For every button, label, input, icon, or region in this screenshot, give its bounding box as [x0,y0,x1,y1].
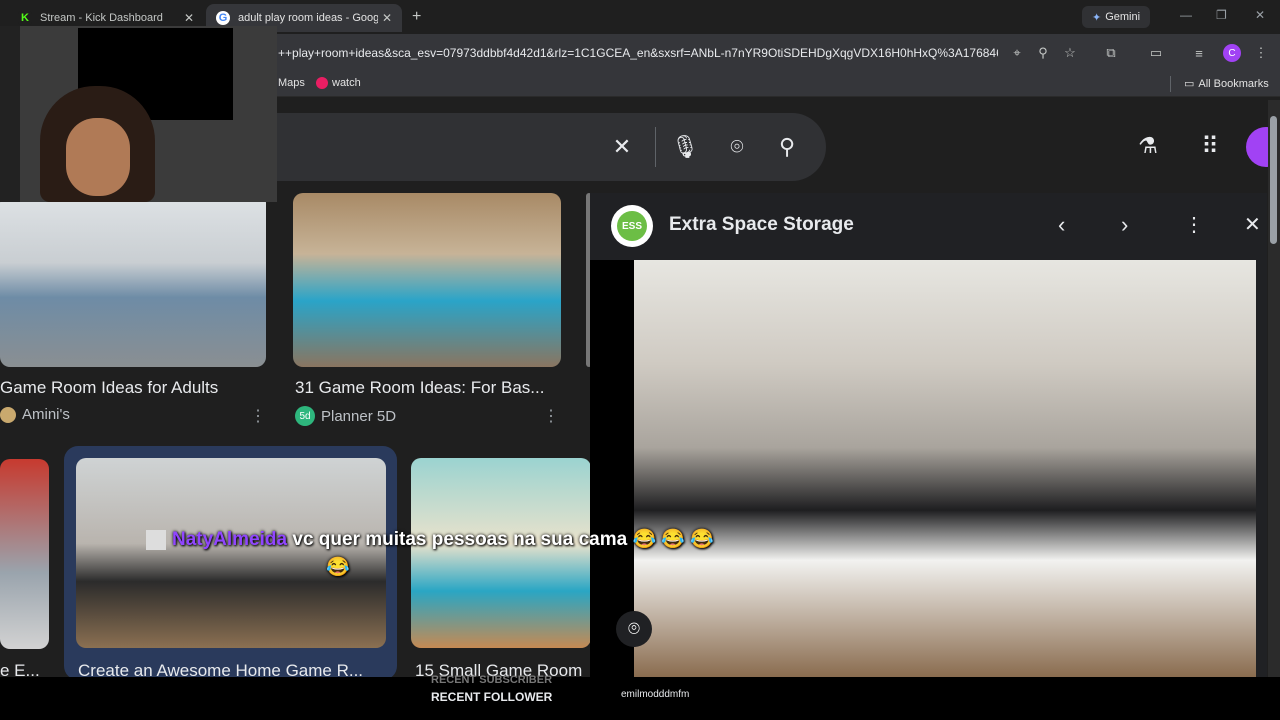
chat-message: NatyAlmeida vc quer muitas pessoas na su… [146,527,786,579]
new-tab-button[interactable]: + [412,8,421,26]
kick-icon: K [18,11,32,25]
result-image[interactable] [0,193,266,367]
recent-follower-name: emilmodddmfm [621,689,690,700]
all-bookmarks-button[interactable]: ▭ All Bookmarks [1184,77,1269,91]
bookmark-watch[interactable]: watch [316,77,361,89]
source-logo[interactable]: ESS [611,205,653,247]
folder-icon: ▭ [1184,78,1195,90]
more-options-icon[interactable]: ⋮ [1184,212,1204,237]
result-source[interactable]: Amini's [0,406,70,423]
location-icon[interactable]: ⌖ [1008,44,1026,62]
close-window-icon[interactable]: ✕ [1255,8,1265,22]
minimize-icon[interactable]: — [1180,8,1192,22]
extensions-icon[interactable]: ⧉ [1102,44,1120,62]
media-icon[interactable]: ≡ [1190,44,1208,62]
close-tab-icon[interactable]: ✕ [184,11,194,25]
source-icon: 5d [295,406,315,426]
more-options-icon[interactable]: ⋮ [543,406,559,426]
bookmark-maps[interactable]: Maps [278,77,305,89]
lens-icon[interactable]: ⌾ [723,133,751,161]
recent-subscriber-label: RECENT SUBSCRIBER [431,674,553,686]
result-title[interactable]: 31 Game Room Ideas: For Bas... [295,378,557,398]
profile-avatar[interactable]: C [1223,44,1241,62]
next-icon[interactable]: › [1121,212,1128,238]
more-options-icon[interactable]: ⋮ [250,406,266,426]
apps-grid-icon[interactable]: ⠿ [1196,132,1224,160]
lens-icon[interactable]: ⌾ [616,611,652,647]
star-icon[interactable]: ☆ [1061,44,1079,62]
result-source[interactable]: 5d Planner 5D [295,406,396,426]
divider [1170,76,1171,92]
chat-text: vc quer muitas pessoas na sua cama 😂 😂 😂 [292,529,714,550]
divider [655,127,656,167]
restore-icon[interactable]: ❐ [1216,8,1227,22]
address-bar[interactable]: ++play+room+ideas&sca_esv=07973ddbbf4d42… [278,46,998,60]
chat-emoji: 😂 [326,557,350,578]
microphone-icon[interactable]: 🎙 [671,133,699,161]
chat-badge-icon [146,529,166,550]
zoom-icon[interactable]: ⚲ [1034,44,1052,62]
result-title[interactable]: Game Room Ideas for Adults [0,378,260,398]
source-icon [0,406,16,423]
preview-image[interactable] [634,260,1256,677]
search-icon[interactable]: ⚲ [773,133,801,161]
panel-title[interactable]: Extra Space Storage [669,214,854,236]
result-image[interactable] [0,459,49,649]
chat-username: NatyAlmeida [172,529,288,550]
close-tab-icon[interactable]: ✕ [382,11,392,25]
google-icon: G [216,11,230,25]
gemini-button[interactable]: ✦ Gemini [1082,6,1150,28]
recent-follower-label: RECENT FOLLOWER [431,690,553,704]
cast-icon[interactable]: ▭ [1147,44,1165,62]
result-image[interactable] [293,193,561,367]
gemini-icon: ✦ [1091,11,1102,24]
close-icon[interactable]: ✕ [1244,212,1261,237]
scrollbar-thumb[interactable] [1270,116,1277,244]
youtube-icon [316,77,328,89]
previous-icon[interactable]: ‹ [1058,212,1065,238]
clear-icon[interactable]: ✕ [608,133,636,161]
labs-icon[interactable]: ⚗ [1134,132,1162,160]
menu-icon[interactable]: ⋮ [1252,44,1270,62]
webcam-overlay [0,26,277,202]
